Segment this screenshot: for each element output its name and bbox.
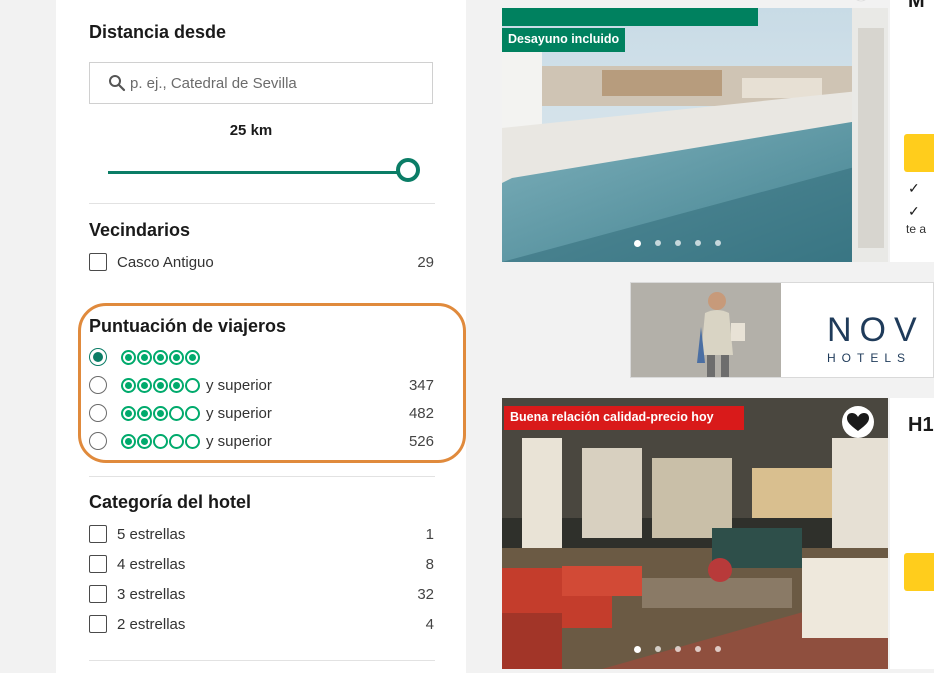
view-deal-button[interactable] <box>904 134 934 172</box>
rating-option-3[interactable]: y superior 482 <box>89 402 434 424</box>
card1-details: M ✓ ✓ te a <box>890 0 934 262</box>
carousel-dots[interactable] <box>634 240 721 247</box>
badge-breakfast: Desayuno incluido <box>502 28 626 52</box>
hotel-class-label: 5 estrellas <box>117 525 186 543</box>
radio-button[interactable] <box>89 376 107 394</box>
rating-count: 482 <box>408 404 434 422</box>
checkbox[interactable] <box>89 525 107 543</box>
divider <box>89 203 435 204</box>
check-icon: ✓ <box>908 203 920 219</box>
rating-count: 526 <box>408 432 434 450</box>
badge-value: Buena relación calidad-precio hoy <box>504 406 744 430</box>
distance-search-input[interactable]: p. ej., Catedral de Sevilla <box>89 62 433 104</box>
distance-value: 25 km <box>56 122 466 139</box>
hotel-class-count: 1 <box>425 525 434 543</box>
distance-value-text: 25 km <box>229 122 273 139</box>
distance-heading: Distancia desde <box>89 22 227 42</box>
hotel-class-option[interactable]: 4 estrellas 8 <box>89 553 434 575</box>
radio-button[interactable] <box>89 348 107 366</box>
amenity-text: te a <box>906 222 927 236</box>
radio-button[interactable] <box>89 432 107 450</box>
view-deal-button[interactable] <box>904 553 934 591</box>
hotel-class-option[interactable]: 5 estrellas 1 <box>89 523 434 545</box>
rating-suffix: y superior <box>206 376 272 394</box>
ad-brand: NOV <box>827 311 925 349</box>
ad-photo <box>631 283 781 377</box>
results-list: Desayuno incluido M ✓ ✓ te a NOV HOTELS <box>502 0 934 673</box>
hotel-class-label: 2 estrellas <box>117 615 186 633</box>
rating-suffix: y superior <box>206 432 272 450</box>
checkbox[interactable] <box>89 253 107 271</box>
hotel-title[interactable]: M <box>908 0 925 13</box>
hotel-class-label: 3 estrellas <box>117 585 186 603</box>
ad-brand-sub: HOTELS <box>827 351 912 365</box>
neighborhood-option[interactable]: Casco Antiguo 29 <box>89 251 434 273</box>
hotel-class-heading: Categoría del hotel <box>89 492 252 512</box>
divider <box>89 476 435 477</box>
search-placeholder: p. ej., Catedral de Sevilla <box>130 74 297 92</box>
checkbox[interactable] <box>89 615 107 633</box>
hotel-photo-carousel[interactable]: Buena relación calidad-precio hoy <box>502 398 888 669</box>
traveler-rating-heading: Puntuación de viajeros <box>89 316 287 336</box>
search-icon <box>109 75 126 92</box>
heart-icon[interactable] <box>848 0 874 8</box>
card2-details: H1 <box>890 398 934 669</box>
rating-option-2[interactable]: y superior 526 <box>89 430 434 452</box>
rating-option-5[interactable] <box>89 346 434 368</box>
radio-button[interactable] <box>89 404 107 422</box>
neighborhood-count: 29 <box>417 253 434 271</box>
hotel-class-option[interactable]: 3 estrellas 32 <box>89 583 434 605</box>
neighborhoods-heading: Vecindarios <box>89 220 191 240</box>
distance-slider-thumb[interactable] <box>396 158 420 182</box>
hotel-class-count: 32 <box>417 585 434 603</box>
rating-bubbles <box>121 377 200 393</box>
novotel-ad-banner[interactable]: NOV HOTELS <box>630 282 934 378</box>
checkbox[interactable] <box>89 585 107 603</box>
rating-suffix: y superior <box>206 404 272 422</box>
hotel-class-count: 8 <box>425 555 434 573</box>
carousel-dots[interactable] <box>634 646 721 653</box>
divider <box>89 660 435 661</box>
distance-slider-track[interactable] <box>108 171 398 174</box>
check-icon: ✓ <box>908 180 920 196</box>
neighborhood-label: Casco Antiguo <box>117 253 214 271</box>
rating-bubbles <box>121 433 200 449</box>
hotel-class-option[interactable]: 2 estrellas 4 <box>89 613 434 635</box>
rating-count: 347 <box>408 376 434 394</box>
hotel-class-label: 4 estrellas <box>117 555 186 573</box>
rating-option-4[interactable]: y superior 347 <box>89 374 434 396</box>
filters-sidebar: Distancia desde p. ej., Catedral de Sevi… <box>56 0 466 673</box>
badge-strip <box>502 8 758 26</box>
rating-bubbles <box>121 349 200 365</box>
hotel-photo-carousel[interactable]: Desayuno incluido <box>502 8 888 262</box>
column-gap <box>466 0 502 673</box>
checkbox[interactable] <box>89 555 107 573</box>
rating-bubbles <box>121 405 200 421</box>
hotel-class-count: 4 <box>425 615 434 633</box>
lobby-photo <box>502 398 888 669</box>
heart-icon[interactable] <box>840 406 876 438</box>
left-gutter <box>0 0 56 673</box>
hotel-title[interactable]: H1 <box>908 414 934 437</box>
